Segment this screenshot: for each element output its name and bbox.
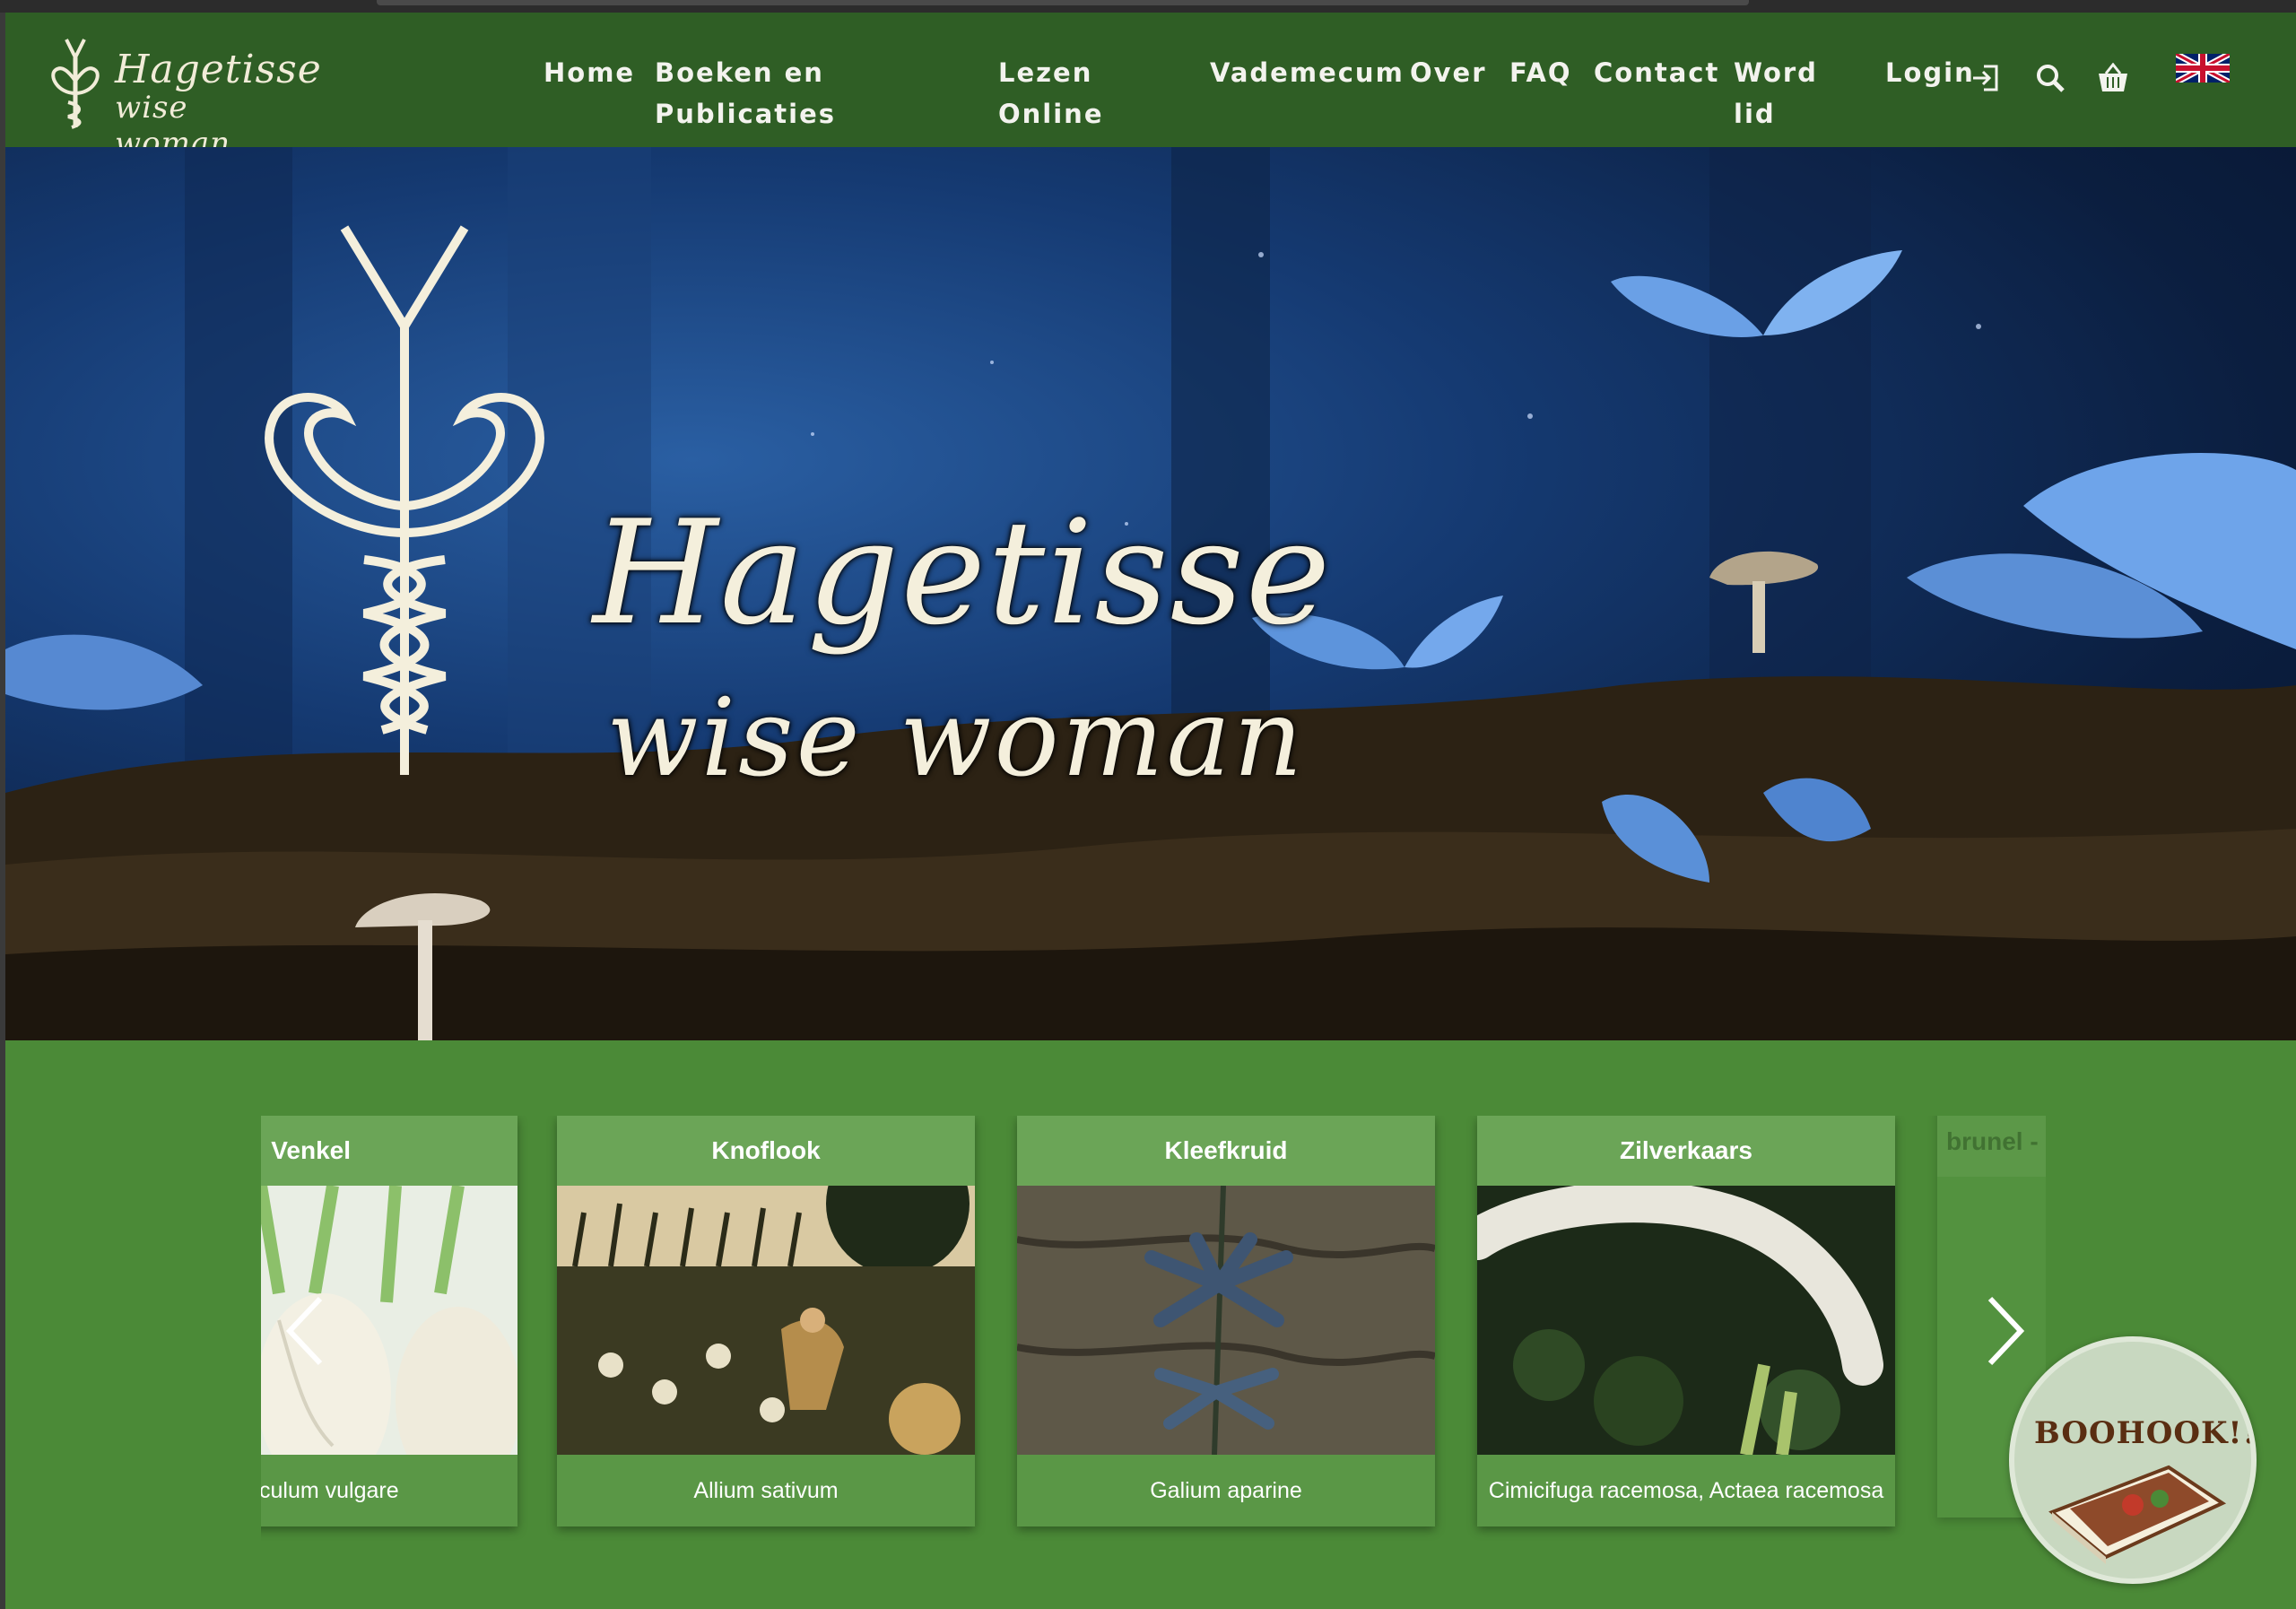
hero-title-line2: wise woman bbox=[606, 676, 1306, 801]
navbar: Hagetisse wise woman Home Boeken en Publ… bbox=[5, 13, 2296, 161]
nav-faq[interactable]: FAQ bbox=[1509, 52, 1572, 93]
nav-read-line1: Lezen bbox=[998, 57, 1093, 88]
nav-login[interactable]: Login bbox=[1885, 52, 1975, 93]
nav-books-line1: Boeken en bbox=[655, 57, 824, 88]
nav-member[interactable]: Word lid bbox=[1734, 52, 1818, 135]
nav-books[interactable]: Boeken en Publicaties bbox=[655, 52, 836, 135]
window-top-strip bbox=[0, 0, 2296, 13]
card-title: Zilverkaars bbox=[1477, 1116, 1895, 1186]
web-page: Hagetisse wise woman Home Boeken en Publ… bbox=[5, 13, 2296, 1609]
card-title: Venkel bbox=[261, 1116, 517, 1186]
search-icon[interactable] bbox=[2034, 62, 2066, 94]
hero-caduceus-icon bbox=[265, 225, 544, 775]
nav-read-online[interactable]: Lezen Online bbox=[998, 52, 1104, 135]
nav-home[interactable]: Home bbox=[544, 52, 635, 93]
login-icon[interactable] bbox=[1971, 63, 2002, 93]
book-promo-badge[interactable]: BOOHOOK!! bbox=[2009, 1336, 2257, 1584]
card-image-black-cohosh bbox=[1477, 1186, 1895, 1455]
nav-books-line2: Publicaties bbox=[655, 99, 837, 129]
caduceus-logo-icon bbox=[51, 39, 100, 129]
nav-read-line2: Online bbox=[998, 99, 1104, 129]
site-logo[interactable]: Hagetisse wise woman bbox=[39, 30, 321, 161]
card-latin: Allium sativum bbox=[557, 1455, 975, 1526]
card-latin: culum vulgare bbox=[261, 1455, 517, 1526]
basket-icon[interactable] bbox=[2095, 63, 2131, 93]
nav-over[interactable]: Over bbox=[1410, 52, 1487, 93]
carousel-card-knoflook[interactable]: Knoflook Allium sativum bbox=[557, 1116, 975, 1526]
card-latin: Galium aparine bbox=[1017, 1455, 1435, 1526]
badge-text: BOOHOOK!! bbox=[2034, 1415, 2257, 1451]
chevron-left-icon[interactable] bbox=[283, 1295, 327, 1367]
card-title: brunel - bbox=[1937, 1116, 2046, 1177]
book-icon bbox=[2048, 1465, 2227, 1564]
card-title: Knoflook bbox=[557, 1116, 975, 1186]
card-title: Kleefkruid bbox=[1017, 1116, 1435, 1186]
nav-member-line2: lid bbox=[1734, 99, 1776, 129]
uk-flag-icon[interactable] bbox=[2176, 54, 2230, 83]
hero-banner: Hagetisse wise woman bbox=[5, 147, 2296, 1040]
nav-login-label: Login bbox=[1885, 57, 1975, 88]
carousel-card-zilverkaars[interactable]: Zilverkaars Cimicifuga racemosa, Actaea … bbox=[1477, 1116, 1895, 1526]
logo-line1: Hagetisse bbox=[115, 47, 322, 92]
hero-title-line1: Hagetisse bbox=[593, 489, 1333, 657]
window-tab-bar bbox=[377, 0, 1749, 5]
nav-vademecum[interactable]: Vademecum bbox=[1210, 52, 1405, 93]
nav-member-line1: Word bbox=[1734, 57, 1818, 88]
card-latin: Cimicifuga racemosa, Actaea racemosa bbox=[1477, 1455, 1895, 1526]
card-image-cleavers bbox=[1017, 1186, 1435, 1455]
plant-carousel: Venkel culum vulgare Knoflook Allium sat… bbox=[261, 1116, 2046, 1546]
chevron-right-icon[interactable] bbox=[1983, 1295, 2028, 1367]
carousel-card-kleefkruid[interactable]: Kleefkruid Galium aparine bbox=[1017, 1116, 1435, 1526]
nav-contact[interactable]: Contact bbox=[1594, 52, 1719, 93]
card-image-garlic bbox=[557, 1186, 975, 1455]
browser-frame: Hagetisse wise woman Home Boeken en Publ… bbox=[0, 0, 2296, 1609]
